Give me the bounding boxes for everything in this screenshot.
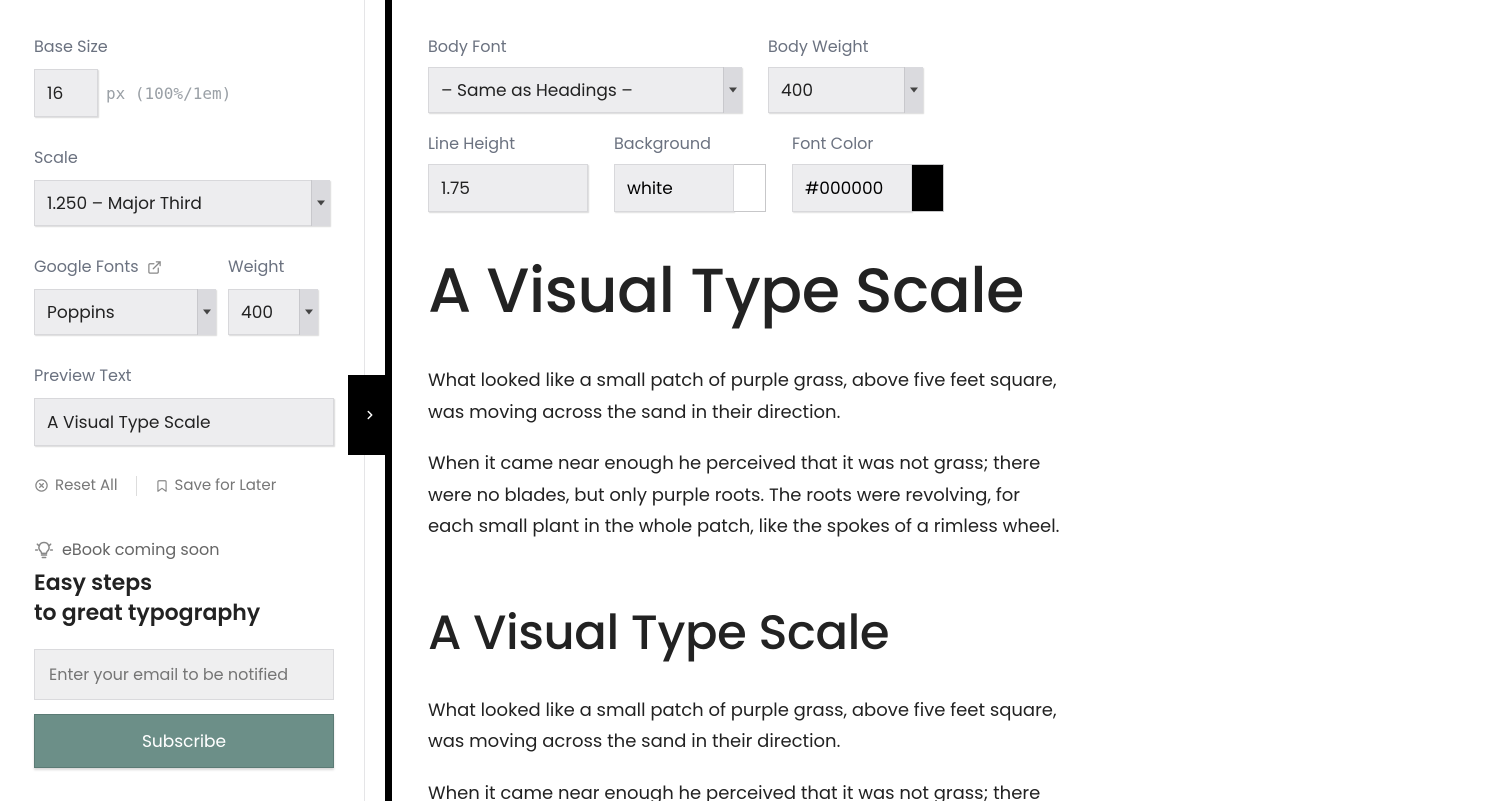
background-color-input[interactable] bbox=[614, 164, 734, 212]
preview-paragraph: When it came near enough he perceived th… bbox=[428, 778, 1068, 801]
email-input[interactable] bbox=[34, 649, 334, 700]
preview-text-label: Preview Text bbox=[34, 363, 330, 388]
lightbulb-icon bbox=[34, 540, 54, 560]
collapse-sidebar-button[interactable] bbox=[348, 375, 392, 455]
body-font-select[interactable]: – Same as Headings – bbox=[428, 67, 742, 113]
preview-heading-1: A Visual Type Scale bbox=[428, 244, 1460, 337]
save-for-later-label: Save for Later bbox=[175, 474, 277, 497]
body-weight-label: Body Weight bbox=[768, 34, 923, 59]
scale-section: Scale 1.250 – Major Third bbox=[34, 145, 330, 226]
preview-panel: Body Font – Same as Headings – Body Weig… bbox=[392, 0, 1500, 801]
google-fonts-label: Google Fonts bbox=[34, 254, 216, 279]
weight-label: Weight bbox=[228, 254, 318, 279]
background-swatch[interactable] bbox=[734, 164, 766, 212]
promo-heading: Easy steps to great typography bbox=[34, 568, 330, 627]
close-circle-icon bbox=[34, 478, 49, 493]
body-weight-select[interactable]: 400 bbox=[768, 67, 923, 113]
preview-text-input[interactable] bbox=[34, 398, 334, 446]
preview-controls-row2: Line Height Background Font Color bbox=[428, 131, 1460, 212]
preview-text-section: Preview Text bbox=[34, 363, 330, 446]
chevron-right-icon bbox=[363, 404, 377, 426]
font-color-label: Font Color bbox=[792, 131, 944, 156]
base-size-label: Base Size bbox=[34, 34, 330, 59]
font-color-input[interactable] bbox=[792, 164, 912, 212]
font-family-select[interactable]: Poppins bbox=[34, 289, 216, 335]
base-size-input[interactable] bbox=[34, 69, 98, 117]
preview-paragraph: When it came near enough he perceived th… bbox=[428, 448, 1068, 543]
type-preview: A Visual Type Scale What looked like a s… bbox=[428, 244, 1460, 801]
subscribe-button[interactable]: Subscribe bbox=[34, 714, 334, 768]
base-size-hint: px (100%/1em) bbox=[106, 84, 231, 103]
font-color-swatch[interactable] bbox=[912, 164, 944, 212]
action-divider bbox=[136, 476, 137, 496]
save-for-later-button[interactable]: Save for Later bbox=[155, 474, 277, 497]
settings-sidebar: Base Size px (100%/1em) Scale 1.250 – Ma… bbox=[0, 0, 365, 801]
line-height-label: Line Height bbox=[428, 131, 588, 156]
bookmark-icon bbox=[155, 478, 169, 494]
background-label: Background bbox=[614, 131, 766, 156]
preview-paragraph: What looked like a small patch of purple… bbox=[428, 365, 1068, 428]
sidebar-actions: Reset All Save for Later bbox=[34, 474, 330, 497]
ebook-tag-text: eBook coming soon bbox=[62, 537, 220, 562]
preview-controls-row1: Body Font – Same as Headings – Body Weig… bbox=[428, 34, 1460, 113]
scale-select[interactable]: 1.250 – Major Third bbox=[34, 180, 330, 226]
ebook-promo: eBook coming soon Easy steps to great ty… bbox=[34, 537, 330, 768]
scale-label: Scale bbox=[34, 145, 330, 170]
font-weight-select[interactable]: 400 bbox=[228, 289, 318, 335]
preview-heading-2: A Visual Type Scale bbox=[428, 597, 1460, 669]
reset-all-button[interactable]: Reset All bbox=[34, 474, 118, 497]
preview-paragraph: What looked like a small patch of purple… bbox=[428, 695, 1068, 758]
font-section: Google Fonts Poppins Weight 400 bbox=[34, 254, 330, 335]
line-height-input[interactable] bbox=[428, 164, 588, 212]
body-font-label: Body Font bbox=[428, 34, 742, 59]
reset-all-label: Reset All bbox=[55, 474, 118, 497]
base-size-section: Base Size px (100%/1em) bbox=[34, 34, 330, 117]
external-link-icon[interactable] bbox=[147, 260, 162, 275]
